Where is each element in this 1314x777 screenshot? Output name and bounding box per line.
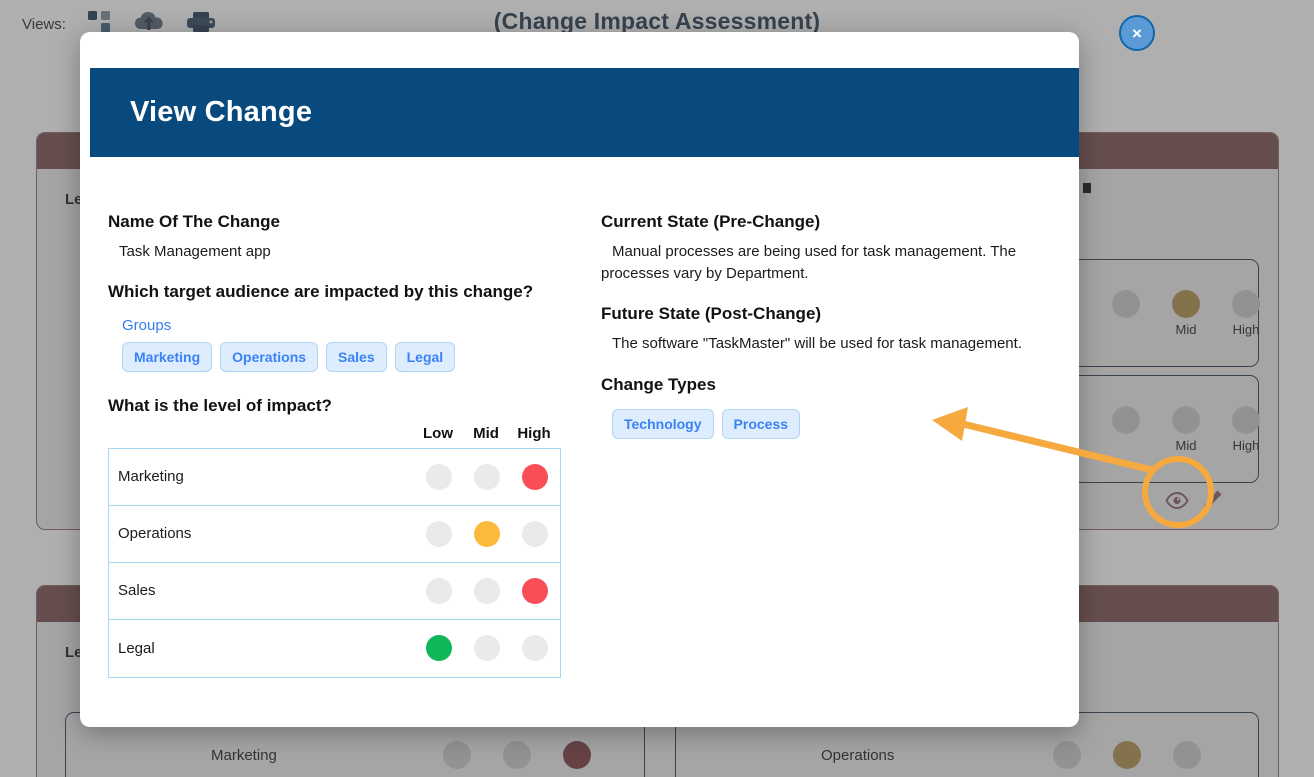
table-row: Legal <box>109 620 560 677</box>
name-of-change-value: Task Management app <box>119 243 271 260</box>
background-dot-high-mk[interactable] <box>561 741 593 769</box>
background-dot-low-2[interactable] <box>1110 406 1142 453</box>
table-row: Marketing <box>109 449 560 506</box>
background-dot-mid-mk[interactable] <box>501 741 533 769</box>
impact-section: What is the level of impact? Low Mid Hig… <box>108 396 593 678</box>
background-row-name-2: Operations <box>821 746 895 764</box>
impact-cell-mid[interactable] <box>463 463 511 490</box>
impact-cell-high[interactable] <box>511 635 559 662</box>
view-eye-icon[interactable] <box>1165 491 1189 514</box>
impact-dot-mid[interactable] <box>474 520 500 547</box>
background-dot-low[interactable] <box>1110 290 1142 337</box>
impact-cell-low[interactable] <box>415 635 463 662</box>
impact-header-high: High <box>517 424 551 442</box>
impact-row-label: Legal <box>118 639 155 657</box>
background-row-operations: Operations <box>821 741 1203 769</box>
background-dot-low-mk[interactable] <box>441 741 473 769</box>
background-dots-row2: Mid High <box>1110 406 1262 453</box>
impact-dot-low[interactable] <box>426 520 452 547</box>
impact-cell-high[interactable] <box>511 463 559 490</box>
modal-title: View Change <box>130 96 313 128</box>
impact-dot-low[interactable] <box>426 577 452 604</box>
impact-dot-high[interactable] <box>522 463 548 490</box>
background-dot-high[interactable]: High <box>1230 290 1262 337</box>
background-dot-high-op[interactable] <box>1171 741 1203 769</box>
impact-cell-mid[interactable] <box>463 635 511 662</box>
target-audience-heading: Which target audience are impacted by th… <box>108 281 534 301</box>
modal-header: View Change <box>90 68 1079 157</box>
table-row: Sales <box>109 563 560 620</box>
change-type-chip-technology[interactable]: Technology <box>612 408 714 439</box>
group-chip-operations[interactable]: Operations <box>220 341 319 372</box>
groups-label: Groups <box>122 316 172 334</box>
modal-right-column: Current State (Pre-Change) Manual proces… <box>593 212 1039 727</box>
change-types-chip-row: Technology Process <box>601 408 1039 439</box>
background-dots-row1: Mid High <box>1110 290 1262 337</box>
groups-chip-row: Marketing Operations Sales Legal <box>108 341 593 372</box>
table-row: Operations <box>109 506 560 563</box>
background-dot-mid-2[interactable]: Mid <box>1170 406 1202 453</box>
background-dot-mid-op[interactable] <box>1111 741 1143 769</box>
impact-row-label: Marketing <box>118 468 184 486</box>
impact-cell-high[interactable] <box>511 520 559 547</box>
edit-pencil-icon[interactable] <box>1201 489 1223 516</box>
impact-header-mid: Mid <box>473 424 499 442</box>
group-chip-legal[interactable]: Legal <box>394 341 456 372</box>
impact-header-low: Low <box>423 424 453 442</box>
change-type-chip-process[interactable]: Process <box>721 408 801 439</box>
future-state-text: The software "TaskMaster" will be used f… <box>612 335 1022 353</box>
impact-cell-low[interactable] <box>415 463 463 490</box>
impact-dot-low[interactable] <box>426 463 452 490</box>
impact-dot-high[interactable] <box>522 577 548 604</box>
screen: Views: (Change Impact Assessment) Lev Mi… <box>0 0 1314 777</box>
impact-cell-low[interactable] <box>415 520 463 547</box>
impact-cell-low[interactable] <box>415 577 463 604</box>
impact-row-label: Operations <box>118 525 192 543</box>
view-change-modal: View Change × Name Of The Change Task Ma… <box>80 15 1155 727</box>
name-of-change-heading: Name Of The Change <box>108 212 280 231</box>
modal-left-column: Name Of The Change Task Management app W… <box>108 212 593 727</box>
impact-dot-low[interactable] <box>426 635 452 662</box>
current-state-heading: Current State (Pre-Change) <box>601 212 821 231</box>
impact-column-headers: Low Mid High <box>108 425 593 442</box>
row-actions <box>1165 489 1223 516</box>
close-icon[interactable]: × <box>1119 15 1155 51</box>
background-dot-mid[interactable]: Mid <box>1170 290 1202 337</box>
modal-body: Name Of The Change Task Management app W… <box>80 157 1079 727</box>
impact-dot-mid[interactable] <box>474 463 500 490</box>
marker-square <box>1083 183 1091 193</box>
background-dot-high-2[interactable]: High <box>1230 406 1262 453</box>
impact-dot-high[interactable] <box>522 635 548 662</box>
impact-row-label: Sales <box>118 582 156 600</box>
group-chip-sales[interactable]: Sales <box>326 341 387 372</box>
impact-table: Marketing Operations Sales Legal <box>108 447 561 678</box>
impact-heading: What is the level of impact? <box>108 395 332 415</box>
background-row-marketing: Marketing <box>211 741 593 769</box>
impact-cell-mid[interactable] <box>463 577 511 604</box>
impact-dot-high[interactable] <box>522 520 548 547</box>
group-chip-marketing[interactable]: Marketing <box>122 341 213 372</box>
change-types-heading: Change Types <box>601 374 716 394</box>
background-dot-low-op[interactable] <box>1051 741 1083 769</box>
page-title: (Change Impact Assessment) <box>493 8 821 34</box>
impact-cell-mid[interactable] <box>463 520 511 547</box>
future-state-heading: Future State (Post-Change) <box>601 304 822 324</box>
current-state-text: Manual processes are being used for task… <box>601 243 1017 283</box>
background-row-name: Marketing <box>211 746 277 764</box>
impact-dot-mid[interactable] <box>474 577 500 604</box>
impact-cell-high[interactable] <box>511 577 559 604</box>
impact-dot-mid[interactable] <box>474 635 500 662</box>
